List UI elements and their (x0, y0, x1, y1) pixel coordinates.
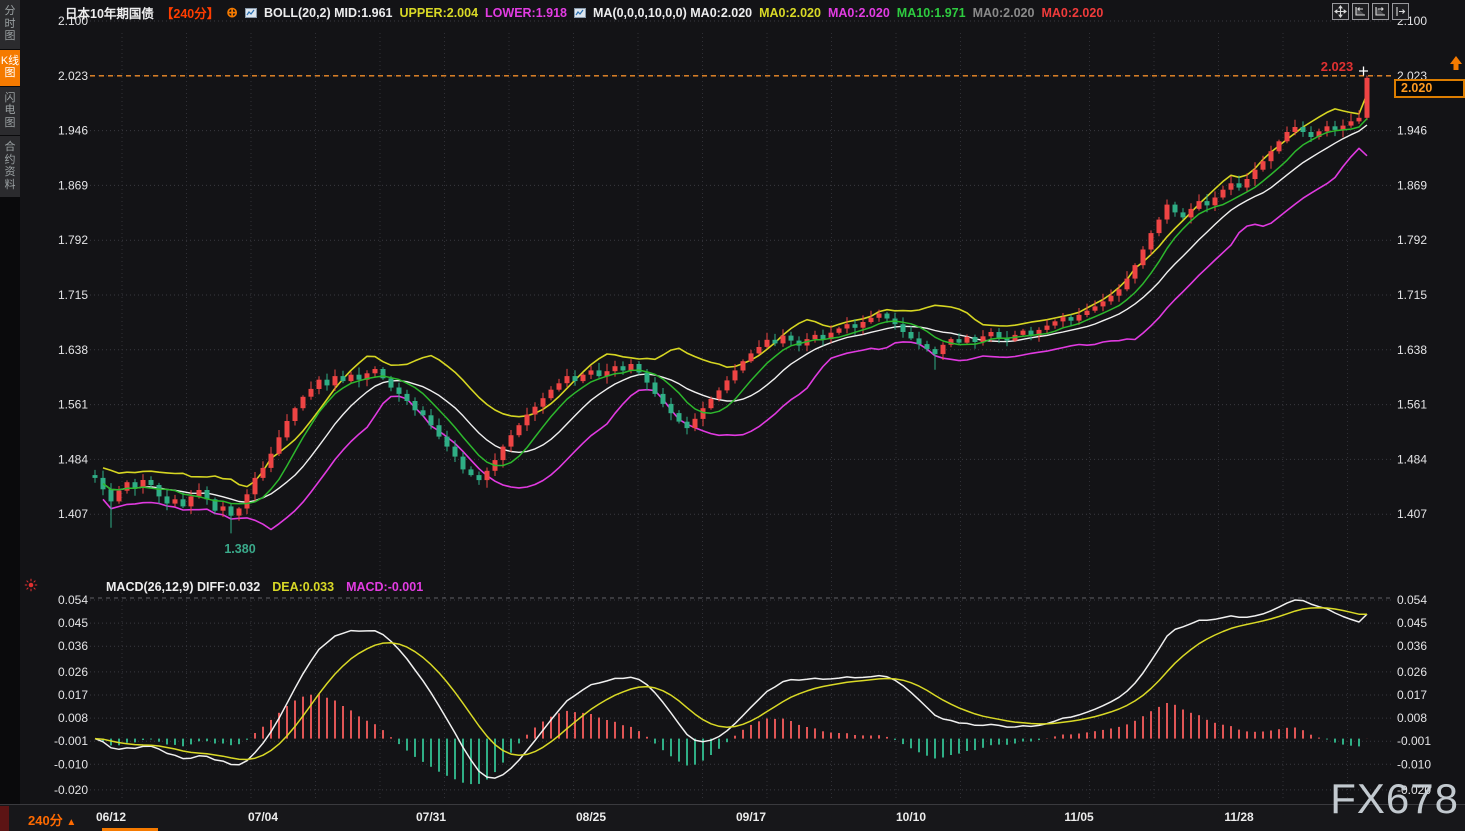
settings-circle-icon[interactable]: ⊕ (226, 4, 238, 21)
swing-low-label: 1.380 (224, 542, 255, 556)
expand-x-axis-icon[interactable] (1372, 3, 1389, 20)
header-indicator-text: MA0:2.020 (759, 6, 821, 20)
x-axis-date-label: 10/10 (896, 810, 926, 824)
chart-header: 日本10年期国债【240分】 ⊕ BOLL(20,2) MID:1.961 UPPER… (65, 3, 1103, 22)
axis-label: 1.792 (1397, 233, 1427, 247)
axis-label: 1.715 (1397, 288, 1427, 302)
header-indicator-text: MA0:2.020 (828, 6, 890, 20)
axis-label: 1.484 (1397, 452, 1427, 466)
axis-label: 0.036 (58, 639, 88, 653)
axis-label: 2.023 (58, 69, 88, 83)
axis-label: 0.054 (1397, 593, 1427, 607)
axis-label: 0.008 (58, 711, 88, 725)
axis-label: 0.008 (1397, 711, 1427, 725)
macd-axis-right: 0.054 0.045 0.036 0.026 0.017 0.008 -0.001 -0.0… (1397, 593, 1431, 797)
annotations: 2.023 1.380 (90, 56, 1462, 556)
gridlines (90, 21, 1392, 798)
time-axis-bar: 240分 ▲ 06/12 07/04 07/31 08/25 09/17 10/10 11/… (0, 804, 1465, 831)
alert-burst-icon (24, 578, 38, 595)
macd-header: MACD(26,12,9) DIFF:0.032 DEA:0.033 MACD:-0… (24, 578, 423, 595)
axis-label: -0.010 (1397, 757, 1431, 771)
header-indicator-text: MA0:2.020 (1041, 6, 1103, 20)
macd-indicator-text: MACD(26,12,9) DIFF:0.032 (106, 580, 260, 594)
sidebar-tab-kline[interactable]: K线图 (0, 50, 20, 86)
x-axis-date-label: 11/05 (1064, 810, 1093, 824)
axis-label: -0.001 (54, 734, 88, 748)
axis-label: 0.036 (1397, 639, 1427, 653)
axis-label: 0.026 (1397, 665, 1427, 679)
bottom-left-handle[interactable] (0, 806, 9, 831)
macd-panel (95, 600, 1367, 784)
trading-app-window: 2.0231.3802.1002.0231.9461.8691.7921.715… (0, 0, 1465, 831)
sidebar-tab-intraday[interactable]: 分时图 (0, 0, 20, 49)
axis-label: 1.869 (58, 178, 88, 192)
x-axis-date-label: 06/12 (96, 810, 126, 824)
ma10-line (103, 119, 1367, 504)
axis-label: 0.026 (58, 665, 88, 679)
crosshair-icon[interactable] (1332, 3, 1349, 20)
chart-canvas[interactable]: 2.0231.3802.1002.0231.9461.8691.7921.715… (0, 0, 1465, 831)
compress-x-axis-icon[interactable] (1352, 3, 1369, 20)
pan-right-icon[interactable] (1392, 3, 1409, 20)
indicator-chart-icon[interactable] (574, 7, 586, 19)
chart-toolbar (1332, 3, 1409, 20)
axis-label: 1.792 (58, 233, 88, 247)
axis-label: 0.017 (58, 688, 88, 702)
indicator-chart-icon[interactable] (245, 7, 257, 19)
macd-axis-left: 0.054 0.045 0.036 0.026 0.017 0.008 -0.001 -0.0… (54, 593, 88, 797)
header-indicator-text: MA0:2.020 (973, 6, 1035, 20)
period-arrow-icon: ▲ (66, 817, 76, 828)
header-indicator-text: UPPER:2.004 (400, 6, 479, 20)
macd-indicator-text: DEA:0.033 (272, 580, 334, 594)
watermark: FX678 (1330, 775, 1459, 823)
header-indicator-text: 日本10年期国债 (65, 3, 154, 22)
axis-label: 1.407 (58, 507, 88, 521)
axis-label: 0.054 (58, 593, 88, 607)
candlestick-series (93, 76, 1370, 534)
x-axis-date-label: 09/17 (736, 810, 766, 824)
header-indicator-text: MA(0,0,0,10,0,0) MA0:2.020 (593, 6, 752, 20)
price-axis-left: 2.1002.0231.9461.8691.7921.7151.6381.561… (58, 14, 88, 521)
axis-label: 1.946 (1397, 124, 1427, 138)
header-indicator-text: BOLL(20,2) MID:1.961 (264, 6, 393, 20)
bollinger-bands (103, 94, 1367, 529)
crosshair-marker-icon (1359, 67, 1368, 76)
axis-label: 1.484 (58, 452, 88, 466)
axis-label: 1.561 (1397, 398, 1427, 412)
axis-label: 1.869 (1397, 178, 1427, 192)
axis-label: 1.561 (58, 398, 88, 412)
axis-label: 0.045 (58, 616, 88, 630)
axis-label: 1.638 (58, 343, 88, 357)
period-selector[interactable]: 240分 ▲ (28, 810, 76, 829)
axis-label: -0.001 (1397, 734, 1431, 748)
header-indicator-text: MA10:1.971 (897, 6, 966, 20)
x-axis-date-label: 07/04 (248, 810, 278, 824)
x-axis-date-label: 11/28 (1224, 810, 1253, 824)
last-high-label: 2.023 (1321, 59, 1354, 74)
macd-indicator-text: MACD:-0.001 (346, 580, 423, 594)
price-up-arrow-icon (1450, 56, 1462, 70)
axis-label: -0.020 (54, 783, 88, 797)
axis-label: 1.638 (1397, 343, 1427, 357)
axis-label: 1.715 (58, 288, 88, 302)
axis-label: 1.407 (1397, 507, 1427, 521)
x-axis-date-label: 08/25 (576, 810, 606, 824)
header-indicator-text: LOWER:1.918 (485, 6, 567, 20)
sidebar: 分时图 K线图 闪电图 合约资料 (0, 0, 20, 831)
axis-label: 0.017 (1397, 688, 1427, 702)
axis-label: -0.010 (54, 757, 88, 771)
sidebar-tab-lightning[interactable]: 闪电图 (0, 87, 20, 136)
axis-label: 0.045 (1397, 616, 1427, 630)
last-price-tag: 2.020 (1394, 79, 1465, 98)
sidebar-tab-contract-info[interactable]: 合约资料 (0, 136, 20, 197)
axis-label: 1.946 (58, 124, 88, 138)
period-label: 240分 (28, 813, 63, 828)
header-indicator-text: 【240分】 (161, 3, 219, 22)
x-axis-date-label: 07/31 (416, 810, 446, 824)
